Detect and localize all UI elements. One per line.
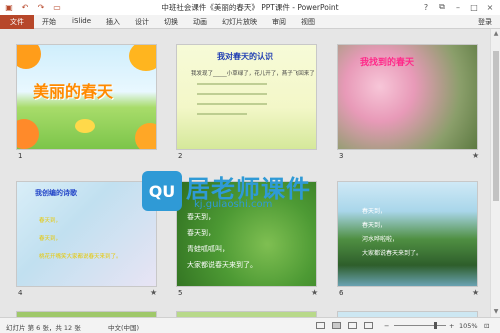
slide-number: 4 — [18, 289, 23, 297]
handwriting-decoration — [197, 93, 267, 95]
fit-to-window-icon[interactable]: ⊡ — [484, 322, 489, 330]
normal-view-icon[interactable] — [316, 322, 325, 329]
zoom-slider[interactable] — [394, 325, 446, 326]
scroll-up-icon[interactable]: ▲ — [492, 30, 500, 38]
animation-star-icon: ★ — [472, 288, 480, 297]
slide-number: 3 — [339, 152, 344, 160]
zoom-in-icon[interactable]: + — [449, 322, 454, 330]
animation-star-icon: ★ — [150, 288, 158, 297]
tab-design[interactable]: 设计 — [135, 17, 149, 27]
minimize-button[interactable]: – — [450, 1, 466, 13]
poem-line: 春天到， — [362, 208, 387, 215]
handwriting-decoration — [197, 83, 267, 85]
slide-number: 6 — [339, 289, 344, 297]
animation-star-icon: ★ — [472, 151, 480, 160]
status-bar: 幻灯片 第 6 张，共 12 张 中文(中国) − + 105% ⊡ — [0, 317, 500, 333]
slide-thumbnail-2[interactable]: 我对春天的认识 我发现了_____小草绿了，花儿开了，燕子飞回来了 — [176, 44, 317, 150]
scroll-down-icon[interactable]: ▼ — [492, 308, 500, 316]
poem-line: 春天到， — [187, 229, 215, 237]
poem-line: 大家都说春天来到了。 — [187, 261, 257, 269]
zoom-out-icon[interactable]: − — [384, 322, 389, 330]
tab-review[interactable]: 审阅 — [272, 17, 286, 27]
slide-sorter-view-icon[interactable] — [332, 322, 341, 329]
tab-home[interactable]: 开始 — [42, 17, 56, 27]
slide-title: 美丽的春天 — [33, 82, 114, 101]
slide-title: 我创编的诗歌 — [35, 189, 77, 197]
poem-line: 桃花开嘴笑大家都说春天来到了。 — [39, 254, 122, 260]
poem-line: 青蛙呱呱叫， — [187, 245, 229, 253]
tab-animations[interactable]: 动画 — [193, 17, 207, 27]
ribbon-options-icon[interactable]: ⧉ — [434, 1, 450, 13]
slide-text: 我发现了_____小草绿了，花儿开了，燕子飞回来了 — [191, 71, 315, 77]
watermark: QU 居老师课件 kj.gulaoshi.com — [142, 171, 332, 217]
poem-line: 春天到， — [39, 236, 62, 242]
zoom-level[interactable]: 105% — [459, 322, 478, 330]
ribbon-tabs: 文件 开始 iSlide 插入 设计 切换 动画 幻灯片放映 审阅 视图 登录 — [0, 15, 500, 29]
tab-islide[interactable]: iSlide — [72, 17, 91, 25]
slideshow-view-icon[interactable] — [364, 322, 373, 329]
watermark-url: kj.gulaoshi.com — [194, 199, 273, 210]
poem-line: 大家都说春天来到了。 — [362, 250, 423, 257]
handwriting-decoration — [197, 113, 247, 115]
flower-decoration — [135, 123, 156, 149]
scrollbar-thumb[interactable] — [493, 51, 499, 201]
zoom-slider-knob[interactable] — [434, 322, 437, 329]
slide-number: 1 — [18, 152, 23, 160]
poem-line: 春天到， — [362, 222, 387, 229]
maximize-button[interactable]: □ — [466, 1, 482, 13]
language-indicator[interactable]: 中文(中国) — [108, 322, 139, 332]
handwriting-decoration — [197, 103, 267, 105]
tab-transitions[interactable]: 切换 — [164, 17, 178, 27]
tab-slideshow[interactable]: 幻灯片放映 — [222, 17, 257, 27]
tab-insert[interactable]: 插入 — [106, 17, 120, 27]
poem-line: 春天到， — [39, 218, 62, 224]
watermark-logo: QU — [142, 171, 182, 211]
animation-star-icon: ★ — [311, 288, 319, 297]
flower-decoration — [75, 119, 95, 133]
vertical-scrollbar[interactable]: ▲ ▼ — [490, 29, 500, 317]
slide-title: 我对春天的认识 — [217, 52, 273, 61]
poem-line: 河水哗啦啦， — [362, 236, 399, 243]
slide-thumbnail-6[interactable]: 春天到， 春天到， 河水哗啦啦， 大家都说春天来到了。 — [337, 181, 478, 287]
flower-decoration — [17, 119, 39, 149]
slide-number: 5 — [178, 289, 183, 297]
help-button[interactable]: ? — [418, 1, 434, 13]
flower-decoration — [17, 45, 41, 69]
tab-file[interactable]: 文件 — [0, 15, 34, 29]
tab-view[interactable]: 视图 — [301, 17, 315, 27]
login-link[interactable]: 登录 — [478, 17, 492, 27]
slide-sorter: 美丽的春天 1 我对春天的认识 我发现了_____小草绿了，花儿开了，燕子飞回来… — [0, 29, 490, 317]
title-bar: ▣ ↶ ↷ ▭ 中班社会课件《美丽的春天》 PPT课件 - PowerPoint… — [0, 0, 500, 15]
flower-decoration — [129, 45, 156, 71]
reading-view-icon[interactable] — [348, 322, 357, 329]
slide-number: 2 — [178, 152, 183, 160]
slide-thumbnail-4[interactable]: 我创编的诗歌 春天到， 春天到， 桃花开嘴笑大家都说春天来到了。 — [16, 181, 157, 287]
slide-title: 我找到的春天 — [360, 58, 415, 68]
close-button[interactable]: × — [482, 1, 498, 13]
slide-thumbnail-1[interactable]: 美丽的春天 — [16, 44, 157, 150]
slide-counter: 幻灯片 第 6 张，共 12 张 — [6, 324, 81, 332]
slide-thumbnail-3[interactable]: 我找到的春天 — [337, 44, 478, 150]
